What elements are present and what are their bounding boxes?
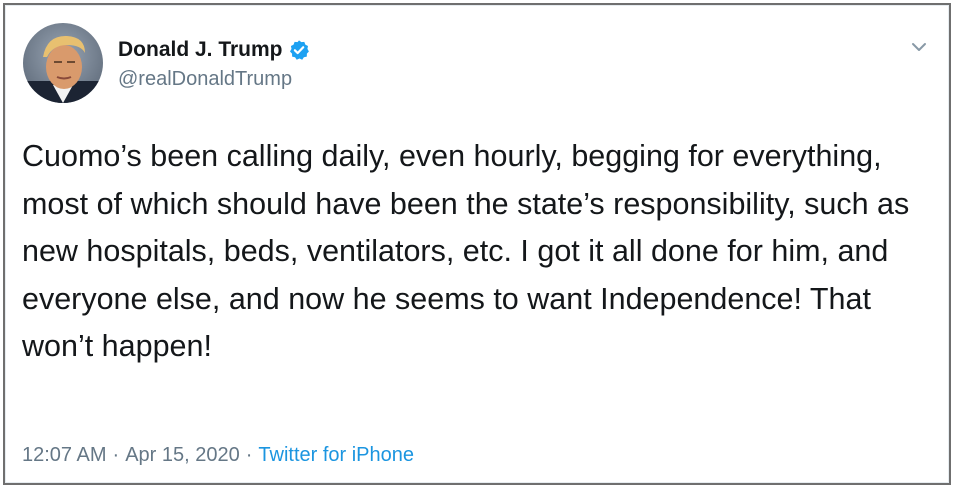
avatar[interactable] [23,23,103,103]
tweet-card: Donald J. Trump @realDonaldTrump Cuomo’s… [5,5,949,483]
tweet-date[interactable]: Apr 15, 2020 [125,444,240,467]
author-display-name[interactable]: Donald J. Trump [118,38,283,62]
chevron-down-icon[interactable] [908,36,930,58]
tweet-time[interactable]: 12:07 AM [22,444,107,467]
meta-separator: · [112,444,120,466]
tweet-text: Cuomo’s been calling daily, even hourly,… [22,139,910,363]
tweet-source-link[interactable]: Twitter for iPhone [258,444,414,467]
author-handle[interactable]: @realDonaldTrump [118,68,292,91]
screenshot-frame: Donald J. Trump @realDonaldTrump Cuomo’s… [3,3,951,485]
meta-separator: · [245,444,253,466]
avatar-image [23,23,103,103]
author-name-row: Donald J. Trump [118,38,310,62]
verified-badge-icon [288,39,310,61]
tweet-metadata: 12:07 AM · Apr 15, 2020 · Twitter for iP… [22,444,414,467]
